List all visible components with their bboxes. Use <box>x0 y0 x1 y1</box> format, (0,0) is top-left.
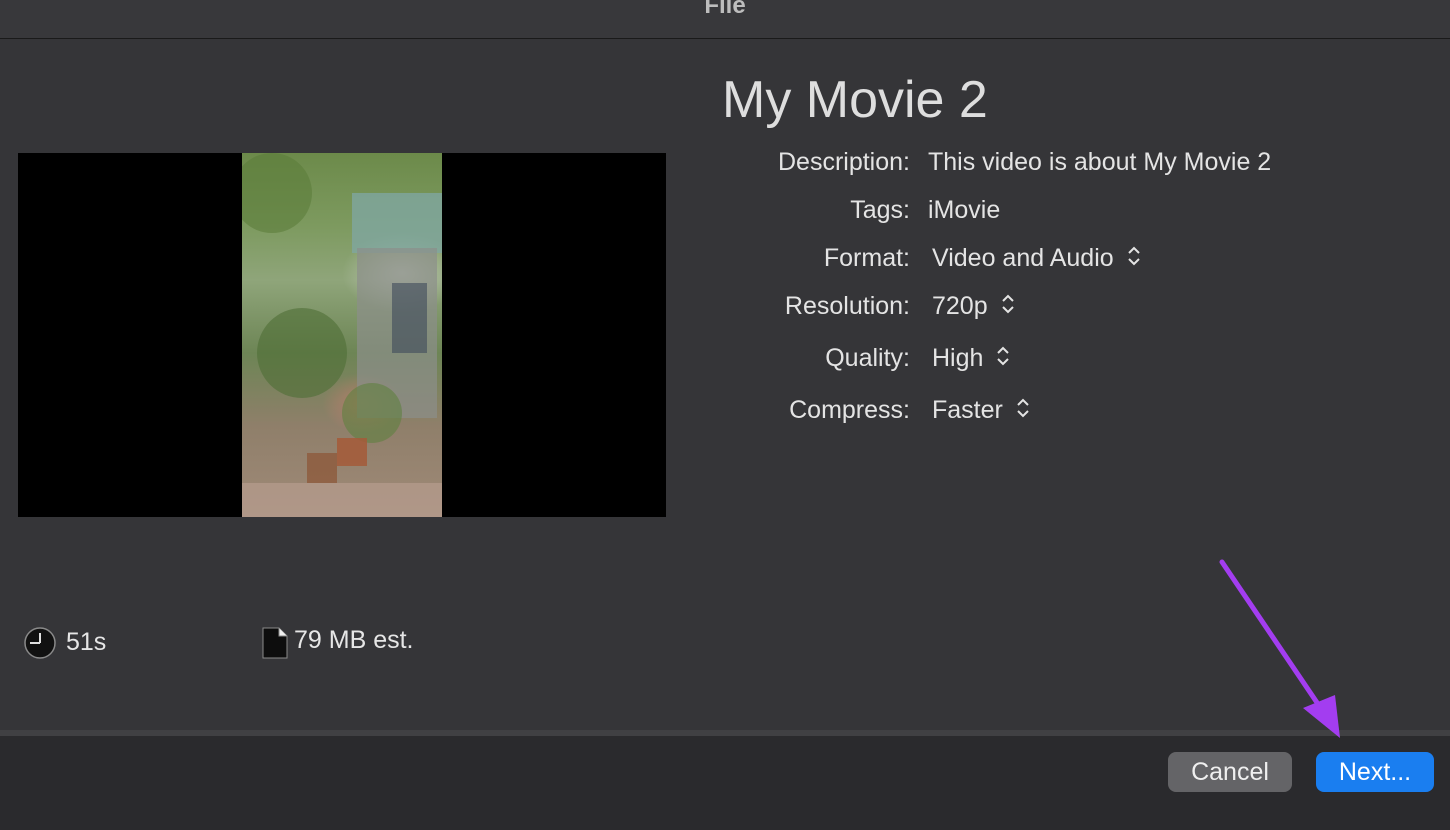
format-row: Format: Video and Audio <box>0 244 1450 280</box>
tags-row: Tags: iMovie <box>0 196 1450 232</box>
cancel-button[interactable]: Cancel <box>1168 752 1292 792</box>
quality-popup[interactable]: High <box>932 344 1010 373</box>
compress-label: Compress: <box>789 396 910 424</box>
resolution-value: 720p <box>932 292 988 320</box>
file-icon <box>262 627 288 659</box>
quality-row: Quality: High <box>0 344 1450 380</box>
chevron-updown-icon <box>1127 246 1140 266</box>
format-popup[interactable]: Video and Audio <box>932 244 1141 273</box>
clock-icon <box>24 627 56 659</box>
resolution-popup[interactable]: 720p <box>932 292 1015 321</box>
title-bar: File <box>0 0 1450 39</box>
chevron-updown-icon <box>997 346 1010 366</box>
format-label: Format: <box>823 244 910 272</box>
quality-value: High <box>932 344 984 372</box>
tags-field[interactable]: iMovie <box>928 196 1000 225</box>
resolution-row: Resolution: 720p <box>0 292 1450 328</box>
description-field[interactable]: This video is about My Movie 2 <box>928 148 1271 177</box>
tags-label: Tags: <box>850 196 910 224</box>
description-label: Description: <box>778 148 910 176</box>
window-title: File <box>704 0 746 19</box>
compress-row: Compress: Faster <box>0 396 1450 432</box>
file-size-text: 79 MB est. <box>294 626 414 654</box>
description-row: Description: This video is about My Movi… <box>0 148 1450 184</box>
quality-label: Quality: <box>825 344 910 372</box>
format-value: Video and Audio <box>932 244 1114 272</box>
chevron-updown-icon <box>1017 398 1029 418</box>
compress-value: Faster <box>932 396 1003 424</box>
movie-title[interactable]: My Movie 2 <box>722 70 988 130</box>
compress-popup[interactable]: Faster <box>932 396 1030 425</box>
resolution-label: Resolution: <box>784 292 910 320</box>
duration-text: 51s <box>66 628 107 656</box>
next-button[interactable]: Next... <box>1316 752 1434 792</box>
chevron-updown-icon <box>1001 294 1014 314</box>
